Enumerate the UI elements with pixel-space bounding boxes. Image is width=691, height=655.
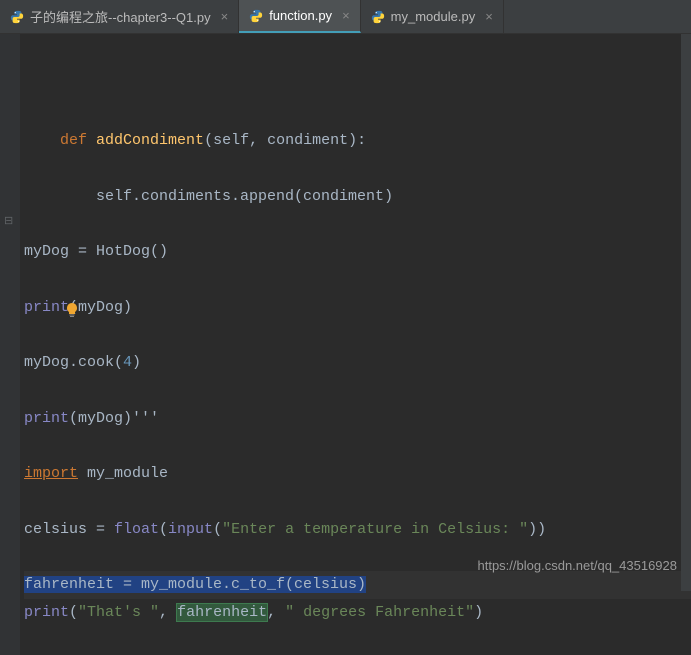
watermark-text: https://blog.csdn.net/qq_43516928: [478, 558, 678, 573]
python-file-icon: [249, 9, 263, 23]
tab-label: my_module.py: [391, 9, 476, 24]
code-line: def addCondiment(self, condiment):: [24, 127, 691, 155]
close-icon[interactable]: ×: [221, 9, 229, 24]
lightbulb-icon[interactable]: [28, 273, 44, 289]
close-icon[interactable]: ×: [342, 8, 350, 23]
tab-label: function.py: [269, 8, 332, 23]
editor-gutter: ⊟: [0, 34, 20, 655]
code-line: myDog.cook(4): [24, 349, 691, 377]
code-line: print(myDog): [24, 294, 691, 322]
tab-label: 子的编程之旅--chapter3--Q1.py: [30, 7, 211, 26]
fold-icon[interactable]: ⊟: [4, 212, 13, 232]
code-line: print("That's ", fahrenheit, " degrees F…: [24, 599, 691, 627]
tab-file-3[interactable]: my_module.py ×: [361, 0, 504, 33]
tab-file-1[interactable]: 子的编程之旅--chapter3--Q1.py ×: [0, 0, 239, 33]
close-icon[interactable]: ×: [485, 9, 493, 24]
tab-file-2[interactable]: function.py ×: [239, 0, 360, 33]
code-line: self.condiments.append(condiment): [24, 183, 691, 211]
code-line: celsius = float(input("Enter a temperatu…: [24, 516, 691, 544]
code-line: print(myDog)''': [24, 405, 691, 433]
python-file-icon: [10, 10, 24, 24]
python-file-icon: [371, 10, 385, 24]
code-line: myDog = HotDog(): [24, 238, 691, 266]
code-line: import my_module: [24, 460, 691, 488]
code-line: fahrenheit = my_module.c_to_f(celsius): [24, 571, 691, 599]
vertical-scrollbar[interactable]: [681, 34, 691, 591]
tab-bar: 子的编程之旅--chapter3--Q1.py × function.py × …: [0, 0, 691, 34]
